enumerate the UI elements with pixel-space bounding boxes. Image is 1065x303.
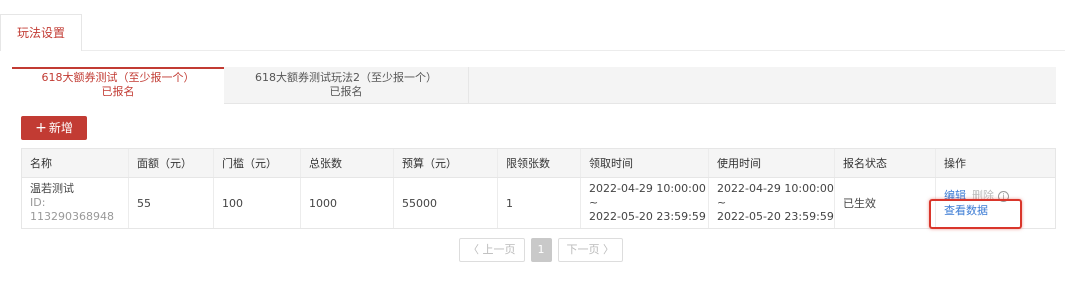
cell-name: 温若测试 ID: 113290368948 <box>22 178 129 228</box>
header-face-value: 面额（元） <box>129 149 214 177</box>
tab-play-settings[interactable]: 玩法设置 <box>0 14 82 51</box>
add-button-label: 新增 <box>48 121 73 135</box>
activity-tab-title: 618大额券测试（至少报一个） <box>41 71 195 84</box>
activity-tab-status: 已报名 <box>101 85 135 98</box>
cell-limit: 1 <box>498 178 581 228</box>
header-limit: 限领张数 <box>498 149 581 177</box>
header-use-time: 使用时间 <box>709 149 835 177</box>
activity-tab-title: 618大额券测试玩法2（至少报一个） <box>255 71 437 84</box>
prev-page-button[interactable]: 〈 上一页 <box>459 238 525 262</box>
activity-tab-status: 已报名 <box>329 85 363 98</box>
activity-tab-2[interactable]: 618大额券测试玩法2（至少报一个） 已报名 <box>224 67 469 104</box>
header-budget: 预算（元） <box>394 149 498 177</box>
next-page-button[interactable]: 下一页 〉 <box>557 238 623 262</box>
header-name: 名称 <box>22 149 129 177</box>
table-row: 温若测试 ID: 113290368948 55 100 1000 55000 … <box>21 178 1056 229</box>
cell-claim-time: 2022-04-29 10:00:00 ~ 2022-05-20 23:59:5… <box>581 178 709 228</box>
use-end: 2022-05-20 23:59:59 <box>717 210 834 223</box>
cell-face-value: 55 <box>129 178 214 228</box>
cell-budget: 55000 <box>394 178 498 228</box>
highlight-box <box>929 199 1022 229</box>
cell-status: 已生效 <box>835 178 936 228</box>
use-start: 2022-04-29 10:00:00 ~ <box>717 182 834 209</box>
pagination: 〈 上一页 1 下一页 〉 <box>459 238 623 262</box>
coupon-id: ID: 113290368948 <box>30 196 114 223</box>
claim-start: 2022-04-29 10:00:00 ~ <box>589 182 706 209</box>
coupon-name: 温若测试 <box>30 182 74 195</box>
header-claim-time: 领取时间 <box>581 149 709 177</box>
add-button[interactable]: + 新增 <box>21 116 87 140</box>
cell-threshold: 100 <box>214 178 301 228</box>
table-header: 名称 面额（元） 门槛（元） 总张数 预算（元） 限领张数 领取时间 使用时间 … <box>21 148 1056 178</box>
tab-divider <box>82 50 1065 51</box>
claim-end: 2022-05-20 23:59:59 <box>589 210 706 223</box>
header-total: 总张数 <box>301 149 394 177</box>
cell-use-time: 2022-04-29 10:00:00 ~ 2022-05-20 23:59:5… <box>709 178 835 228</box>
activity-tab-1[interactable]: 618大额券测试（至少报一个） 已报名 <box>12 67 224 104</box>
header-actions: 操作 <box>944 157 966 170</box>
plus-icon: + <box>35 120 47 136</box>
page-number-current[interactable]: 1 <box>530 238 552 262</box>
header-status: 报名状态 <box>835 149 936 177</box>
cell-total: 1000 <box>301 178 394 228</box>
activity-tabs: 618大额券测试（至少报一个） 已报名 618大额券测试玩法2（至少报一个） 已… <box>12 67 1056 104</box>
header-threshold: 门槛（元） <box>214 149 301 177</box>
